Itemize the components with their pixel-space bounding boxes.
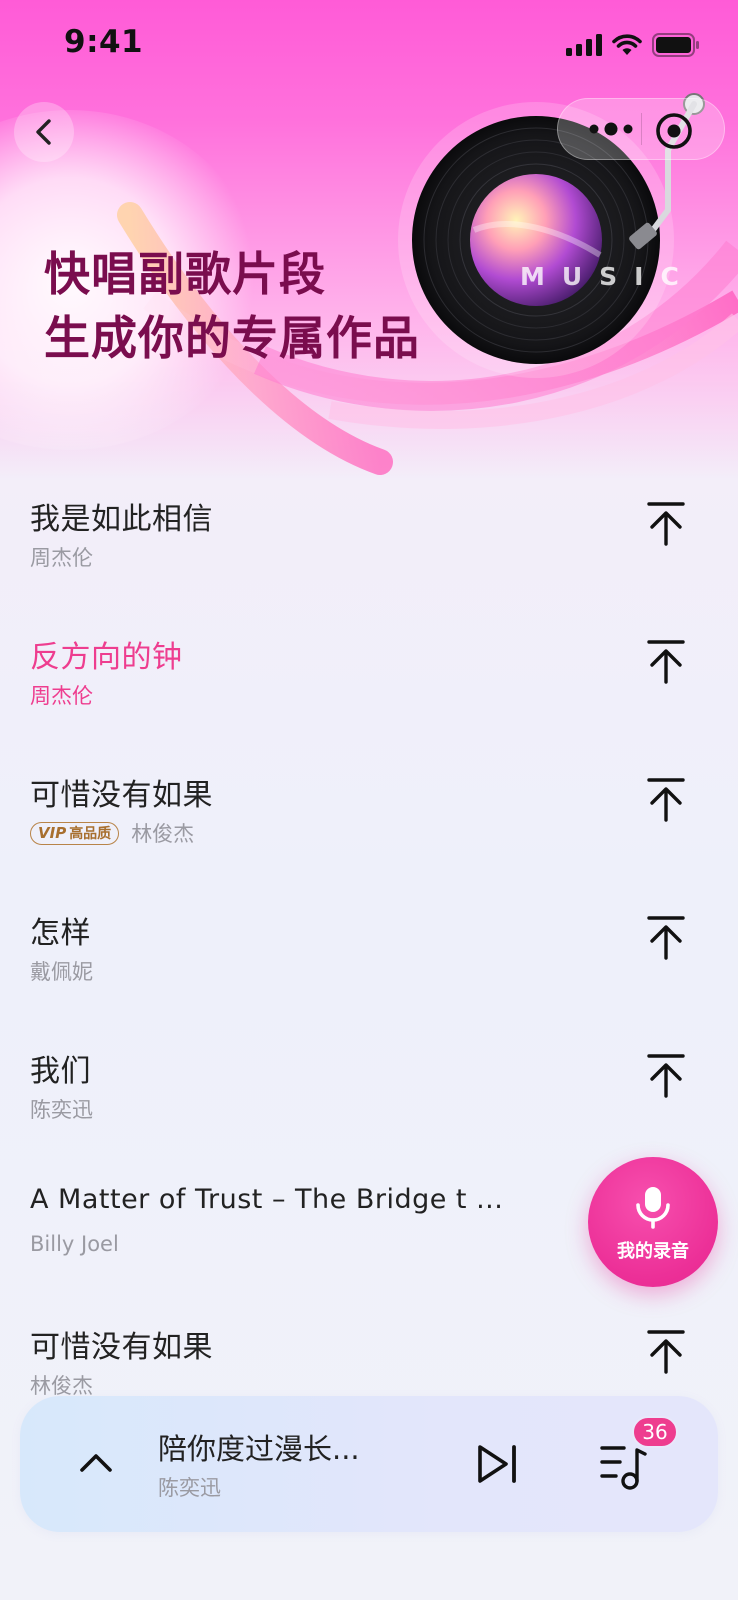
mini-player[interactable]: 陪你度过漫长... 陈奕迅 36 [20, 1396, 718, 1532]
playlist-count-badge: 36 [632, 1416, 678, 1448]
song-list: 我是如此相信 周杰伦 反方向的钟 周杰伦 可惜没有如果 VIP 高品质 林俊杰 … [0, 474, 738, 1440]
vinyl-label-text: MUSIC [520, 262, 696, 291]
vip-mark: VIP [38, 824, 67, 842]
hero-banner: MUSIC 9:41 快唱副歌片段 生成你的专属作品 [0, 0, 738, 480]
mini-program-capsule [557, 98, 725, 160]
song-meta: 周杰伦 [30, 680, 93, 710]
signal-icon [566, 34, 602, 56]
song-meta: VIP 高品质 林俊杰 [30, 818, 194, 848]
song-title: 可惜没有如果 [30, 1330, 213, 1365]
hero-title-line1: 快唱副歌片段 [44, 247, 326, 301]
page: MUSIC 9:41 快唱副歌片段 生成你的专属作品 我是如此相信 周杰伦 反方… [0, 0, 738, 1600]
song-meta: 戴佩妮 [30, 956, 93, 986]
song-title: 我是如此相信 [30, 502, 213, 537]
song-title: 怎样 [30, 916, 91, 951]
list-item[interactable]: 我是如此相信 周杰伦 [0, 474, 738, 612]
list-item-active[interactable]: 反方向的钟 周杰伦 [0, 612, 738, 750]
status-time: 9:41 [64, 24, 144, 60]
battery-icon [652, 33, 699, 57]
song-artist: 周杰伦 [30, 546, 93, 570]
song-title: A Matter of Trust – The Bridge t ... [30, 1184, 504, 1215]
hero-title: 快唱副歌片段 生成你的专属作品 [44, 242, 420, 370]
song-artist: Billy Joel [30, 1232, 119, 1256]
vip-quality-badge: VIP 高品质 [30, 821, 120, 845]
now-playing-title: 陪你度过漫长... [158, 1432, 360, 1466]
song-meta: 周杰伦 [30, 542, 93, 572]
back-button[interactable] [14, 102, 74, 162]
move-to-top-icon[interactable] [646, 1328, 686, 1376]
list-item[interactable]: 我们 陈奕迅 [0, 1026, 738, 1164]
song-meta: Billy Joel [30, 1232, 119, 1256]
hero-title-line2: 生成你的专属作品 [44, 311, 420, 365]
more-icon[interactable] [582, 117, 640, 141]
chevron-left-icon [36, 119, 51, 145]
move-to-top-icon[interactable] [646, 500, 686, 548]
my-recordings-label: 我的录音 [617, 1241, 689, 1262]
now-playing-artist: 陈奕迅 [158, 1476, 221, 1500]
song-artist: 陈奕迅 [30, 1098, 93, 1122]
status-icons [566, 33, 700, 57]
vip-text: 高品质 [69, 826, 112, 842]
song-artist: 林俊杰 [131, 822, 195, 846]
next-track-icon[interactable] [474, 1440, 522, 1488]
chevron-up-icon[interactable] [68, 1436, 124, 1492]
song-title: 我们 [30, 1054, 91, 1089]
list-item[interactable]: 怎样 戴佩妮 [0, 888, 738, 1026]
list-item[interactable]: 可惜没有如果 VIP 高品质 林俊杰 [0, 750, 738, 888]
close-miniprogram-icon[interactable] [654, 111, 694, 151]
song-title: 可惜没有如果 [30, 778, 213, 813]
move-to-top-icon[interactable] [646, 638, 686, 686]
song-artist: 戴佩妮 [30, 960, 93, 984]
my-recordings-button[interactable]: 我的录音 [588, 1157, 718, 1287]
status-bar: 9:41 [0, 0, 738, 90]
capsule-divider [641, 113, 642, 145]
move-to-top-icon[interactable] [646, 776, 686, 824]
wifi-icon [612, 34, 642, 55]
song-title: 反方向的钟 [30, 640, 183, 675]
song-artist: 周杰伦 [30, 684, 93, 708]
move-to-top-icon[interactable] [646, 914, 686, 962]
microphone-icon [636, 1187, 670, 1229]
move-to-top-icon[interactable] [646, 1052, 686, 1100]
song-meta: 陈奕迅 [30, 1094, 93, 1124]
